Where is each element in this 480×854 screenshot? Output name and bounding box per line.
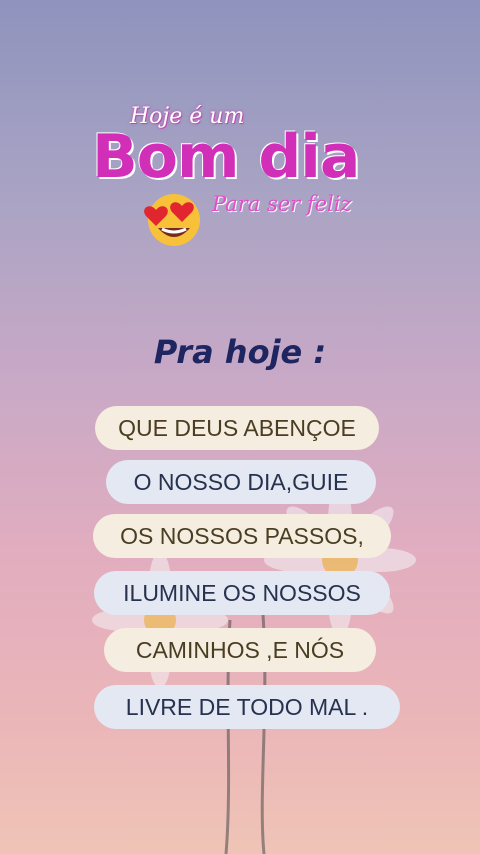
- bom-dia-title: Hoje é um Bom dia Para ser feliz: [90, 100, 410, 260]
- message-line-6: LIVRE DE TODO MAL .: [94, 685, 400, 729]
- title-bottom-line: Para ser feliz: [212, 192, 352, 216]
- message-line-2: O NOSSO DIA,GUIE: [106, 460, 376, 504]
- message-line-5: CAMINHOS ,E NÓS: [104, 628, 376, 672]
- heading-pra-hoje: Pra hoje :: [153, 333, 327, 371]
- title-main: Bom dia: [92, 122, 360, 192]
- message-line-1: QUE DEUS ABENÇOE: [95, 406, 379, 450]
- message-line-4: ILUMINE OS NOSSOS: [94, 571, 390, 615]
- message-line-3: OS NOSSOS PASSOS,: [93, 514, 391, 558]
- heart-eyes-emoji-icon: [144, 194, 200, 246]
